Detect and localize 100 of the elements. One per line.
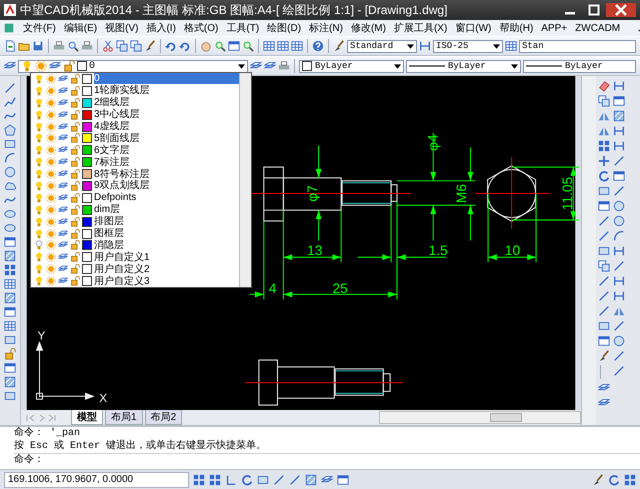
copy-icon[interactable] xyxy=(598,260,610,272)
list-scrollbar[interactable] xyxy=(239,73,251,287)
menu-item[interactable]: 窗口(W) xyxy=(455,21,492,35)
line-icon[interactable] xyxy=(613,365,625,377)
light-bulb-icon[interactable] xyxy=(34,204,44,215)
cloud-icon[interactable] xyxy=(4,180,16,192)
lock-icon[interactable] xyxy=(70,145,80,156)
lock-icon[interactable] xyxy=(70,122,80,132)
arc-icon[interactable] xyxy=(613,230,625,242)
window-icon[interactable] xyxy=(613,95,625,107)
close-icon[interactable] xyxy=(606,3,636,17)
circle-icon[interactable] xyxy=(613,200,625,212)
hatch-icon[interactable] xyxy=(4,292,16,304)
hatch-icon[interactable] xyxy=(4,376,16,388)
rotate-icon[interactable] xyxy=(241,474,253,486)
light-bulb-icon[interactable] xyxy=(34,145,44,156)
menu-item[interactable]: 绘图(D) xyxy=(267,21,302,35)
move-icon[interactable] xyxy=(598,155,610,167)
menu-item[interactable]: 扩展工具(X) xyxy=(394,21,448,35)
menu-item[interactable]: 标注(N) xyxy=(309,21,343,35)
layer-name[interactable]: 8符号标注层 xyxy=(94,168,150,180)
hatch-icon[interactable] xyxy=(613,110,625,122)
menu-item[interactable]: 插入(I) xyxy=(146,21,176,35)
layer-name[interactable]: 3中心线层 xyxy=(94,109,140,120)
layer-name[interactable]: 2细线层 xyxy=(94,97,130,108)
rectangle-icon[interactable] xyxy=(4,334,16,346)
rectangle-icon[interactable] xyxy=(257,474,269,486)
table-style-dropdown[interactable]: Stan xyxy=(519,40,636,52)
table-icon[interactable] xyxy=(4,278,16,290)
sun-icon[interactable] xyxy=(35,60,47,72)
line-icon[interactable] xyxy=(598,290,610,302)
rotate-icon[interactable] xyxy=(598,170,610,182)
light-bulb-icon[interactable] xyxy=(34,252,44,262)
line-icon[interactable] xyxy=(613,320,625,332)
lock-icon[interactable] xyxy=(70,204,80,215)
command-input-field[interactable]: 命令： xyxy=(14,453,640,467)
grid-icon[interactable] xyxy=(209,474,221,486)
hatch-icon[interactable] xyxy=(305,474,317,486)
dimension-style-dropdown[interactable]: ISO-25 xyxy=(433,40,503,52)
linetype-dropdown[interactable]: ByLayer xyxy=(406,60,521,72)
lock-icon[interactable] xyxy=(4,348,16,360)
layers-icon[interactable] xyxy=(58,180,68,191)
layer-name[interactable]: 5剖面线层 xyxy=(94,132,140,144)
polyline-icon[interactable] xyxy=(4,96,16,108)
grid-icon[interactable] xyxy=(4,264,16,276)
light-bulb-icon[interactable] xyxy=(34,86,44,96)
light-bulb-icon[interactable] xyxy=(34,276,44,286)
layer-name[interactable]: 1轮廓实线层 xyxy=(94,85,150,96)
layer-name[interactable]: 排图层 xyxy=(94,216,124,228)
line-icon[interactable] xyxy=(598,230,610,242)
menu-item[interactable]: 视图(V) xyxy=(105,21,138,35)
menu-item[interactable]: 文件(F) xyxy=(23,21,56,35)
menu-item[interactable]: ZWCADM xyxy=(575,22,620,34)
menu-item[interactable]: 格式(O) xyxy=(184,21,218,35)
layer-name[interactable]: 0 xyxy=(94,73,239,84)
lock-icon[interactable] xyxy=(70,133,80,144)
line-icon[interactable] xyxy=(613,185,625,197)
brush-icon[interactable] xyxy=(144,40,156,52)
lock-icon[interactable] xyxy=(70,216,80,227)
grid-icon[interactable] xyxy=(193,474,205,486)
light-bulb-icon[interactable] xyxy=(34,228,44,239)
layout-tab[interactable]: 布局1 xyxy=(105,410,143,425)
layer-name[interactable]: Defpoints xyxy=(94,192,136,204)
ortho-icon[interactable] xyxy=(225,474,237,486)
light-bulb-icon[interactable] xyxy=(34,157,44,168)
line-icon[interactable] xyxy=(273,474,285,486)
window-icon[interactable] xyxy=(598,335,610,347)
light-bulb-icon[interactable] xyxy=(34,122,44,132)
circle-icon[interactable] xyxy=(613,335,625,347)
rotate-icon[interactable] xyxy=(608,474,620,486)
layout-tab[interactable]: 布局2 xyxy=(144,410,182,425)
grid-icon[interactable] xyxy=(598,140,610,152)
rectangle-icon[interactable] xyxy=(598,320,610,332)
window-icon[interactable] xyxy=(613,170,625,182)
line-icon[interactable] xyxy=(598,275,610,287)
window-icon[interactable] xyxy=(4,236,16,248)
lock-icon[interactable] xyxy=(70,157,80,168)
lock-icon[interactable] xyxy=(70,192,80,203)
light-bulb-icon[interactable] xyxy=(34,133,44,144)
layer-dropdown[interactable]: 0 xyxy=(18,60,248,72)
layer-name[interactable]: 7标注层 xyxy=(94,156,130,168)
lock-icon[interactable] xyxy=(70,98,80,108)
printer-icon[interactable] xyxy=(81,40,93,52)
dimension-icon[interactable] xyxy=(613,80,625,92)
dimension-icon[interactable] xyxy=(613,290,625,302)
layers-icon[interactable] xyxy=(58,110,68,120)
lock-icon[interactable] xyxy=(70,169,80,180)
layers-icon[interactable] xyxy=(58,204,68,215)
layers-icon[interactable] xyxy=(58,192,68,203)
undo-icon[interactable] xyxy=(165,40,177,52)
undo-icon[interactable] xyxy=(179,40,191,52)
hatch-icon[interactable] xyxy=(4,250,16,262)
menu-item[interactable]: 修改(M) xyxy=(350,21,386,35)
zoom-icon[interactable] xyxy=(242,40,254,52)
horizontal-scrollbar[interactable] xyxy=(379,411,581,424)
window-icon[interactable] xyxy=(4,306,16,318)
light-bulb-icon[interactable] xyxy=(34,264,44,274)
window-icon[interactable] xyxy=(337,474,349,486)
ellipse-icon[interactable] xyxy=(4,222,16,234)
layers-icon[interactable] xyxy=(58,216,68,227)
